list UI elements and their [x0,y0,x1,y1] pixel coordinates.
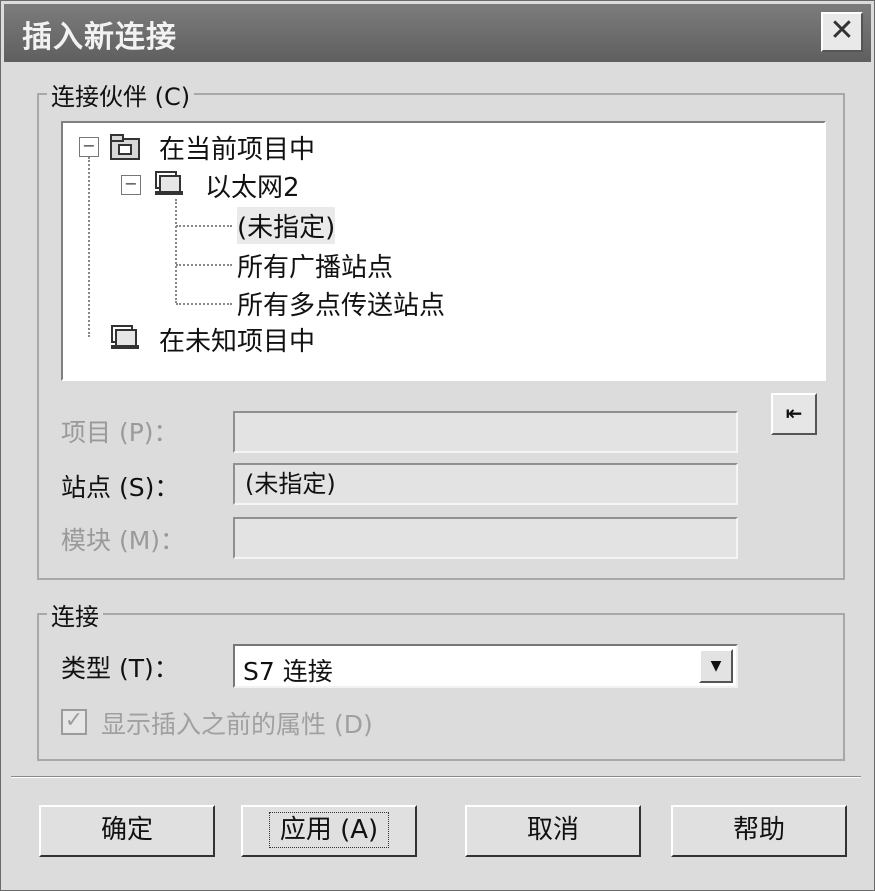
tree-item-unspecified[interactable]: (未指定) [237,207,336,244]
help-button[interactable]: 帮助 [671,805,847,857]
tree-item-current-project[interactable]: 在当前项目中 [159,129,315,166]
project-folder-icon [110,134,140,160]
connection-group-title: 连接 [47,597,103,632]
title-bar: 插入新连接 ✕ [4,4,871,62]
partner-tree[interactable]: − 在当前项目中 − 以太网2 (未指定) 所有广播站点 所有多点传送站点 在未… [61,121,826,381]
cancel-button-label: 取消 [526,815,579,845]
tree-connector [176,264,232,266]
help-button-label: 帮助 [732,815,785,845]
tree-side-button[interactable]: ⇤ [771,393,817,435]
apply-button-label: 应用 (A) [268,812,390,848]
project-field [233,411,738,453]
connection-type-select[interactable]: S7 连接 ▼ [233,644,738,688]
close-button[interactable]: ✕ [821,12,863,52]
chevron-down-icon: ▼ [710,658,722,674]
tree-connector [88,157,90,337]
arrow-left-icon: ⇤ [785,401,803,425]
module-field [233,517,738,559]
cancel-button[interactable]: 取消 [465,805,641,857]
network-collapse-toggle[interactable]: − [121,175,141,195]
station-field: (未指定) [233,463,738,505]
connection-partner-group-title: 连接伙伴 (C) [47,77,195,112]
tree-connector [175,199,177,303]
insert-connection-dialog: 插入新连接 ✕ 连接伙伴 (C) − 在当前项目中 − 以太网2 (未指定) 所… [0,0,875,891]
tree-item-ethernet2[interactable]: 以太网2 [205,167,300,204]
dialog-title: 插入新连接 [22,20,177,55]
station-label: 站点 (S)： [61,473,180,502]
ok-button-label: 确定 [100,815,153,845]
ok-button[interactable]: 确定 [39,805,215,857]
tree-item-all-broadcast-stations[interactable]: 所有广播站点 [237,247,393,284]
project-label: 项目 (P)： [61,418,179,447]
tree-item-unknown-project[interactable]: 在未知项目中 [159,321,315,358]
close-icon: ✕ [829,13,855,48]
tree-connector [176,303,232,305]
connection-type-value: S7 连接 [243,657,333,686]
type-label: 类型 (T)： [61,654,179,683]
show-properties-label: 显示插入之前的属性 (D) [101,710,373,739]
dropdown-arrow-icon[interactable]: ▼ [699,649,733,683]
module-label: 模块 (M)： [61,526,186,555]
station-icon [155,171,183,195]
root-collapse-toggle[interactable]: − [79,137,99,157]
tree-connector [176,225,232,227]
show-properties-checkbox[interactable]: ✓ [61,709,87,735]
tree-item-all-multicast-stations[interactable]: 所有多点传送站点 [237,285,445,322]
button-divider [11,776,861,778]
station-icon [111,325,139,349]
apply-button[interactable]: 应用 (A) [241,805,417,857]
